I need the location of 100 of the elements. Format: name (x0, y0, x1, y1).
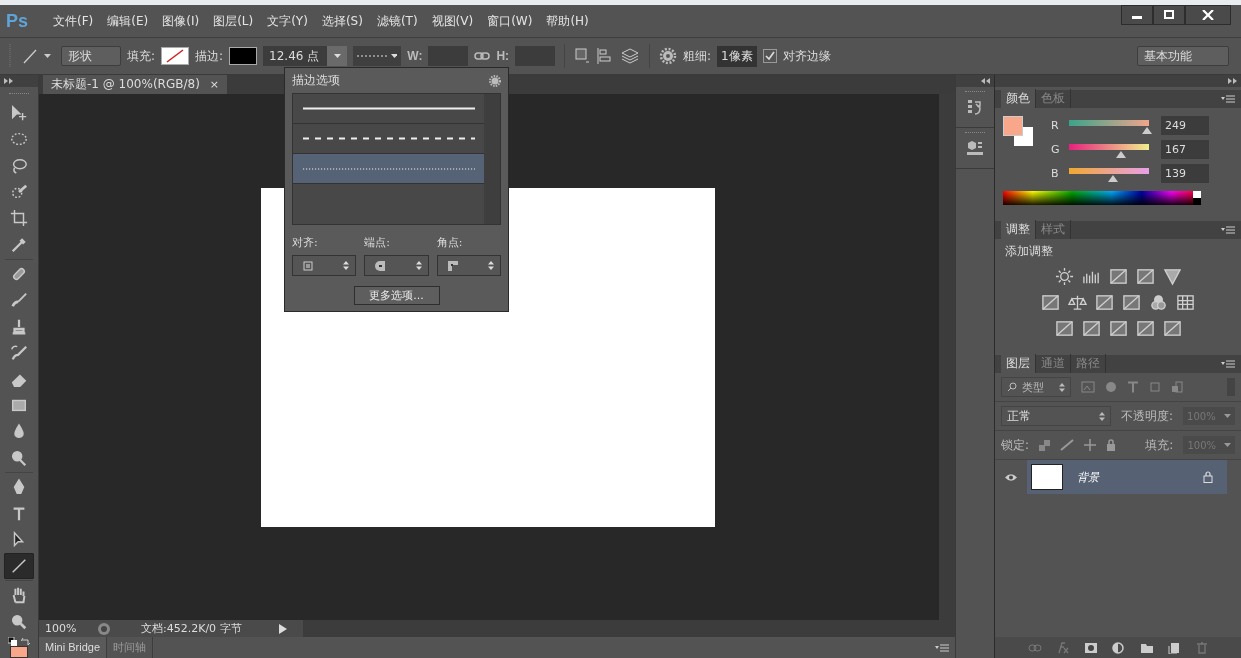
half-circle-icon[interactable] (1112, 641, 1126, 654)
channel-value-field[interactable]: 249 (1161, 116, 1209, 135)
menu-item[interactable]: 编辑(E) (100, 12, 156, 30)
status-indicator-icon[interactable] (97, 621, 111, 636)
workspace-dropdown[interactable]: 基本功能 (1137, 46, 1229, 66)
panel-tab[interactable]: 调整 (1001, 220, 1036, 239)
minimize-button[interactable] (1121, 5, 1153, 25)
close-tab-button[interactable]: × (209, 78, 220, 91)
more-options-button[interactable]: 更多选项... (353, 286, 440, 305)
align-dropdown[interactable] (292, 255, 357, 276)
stroke-width-dropdown-button[interactable] (327, 46, 348, 66)
hand-icon (10, 586, 28, 605)
panel-menu-icon[interactable] (1221, 226, 1235, 234)
corners-dropdown[interactable] (436, 255, 501, 276)
move-arrow-icon (10, 104, 28, 123)
color-spectrum-bar[interactable] (1003, 191, 1201, 205)
menu-item[interactable]: 滤镜(T) (369, 12, 425, 30)
menu-item[interactable]: 文件(F) (46, 12, 101, 30)
no-fill-slash-icon (165, 49, 186, 63)
menu-item[interactable]: 图像(I) (155, 12, 207, 30)
collapse-arrows-icon[interactable] (981, 78, 990, 84)
fill-label: 填充: (1145, 436, 1174, 454)
mode-dropdown[interactable]: 形状 (61, 46, 121, 66)
scrollbar[interactable] (484, 94, 500, 224)
caret-icon[interactable] (1224, 443, 1231, 447)
color-swatches[interactable] (1003, 116, 1033, 146)
width-field[interactable] (428, 46, 469, 66)
line-icon (22, 48, 38, 64)
blend-mode-dropdown[interactable]: 正常 (1001, 406, 1111, 426)
caps-dropdown[interactable] (364, 255, 429, 276)
zoom-level[interactable]: 100% (45, 622, 89, 635)
menu-item[interactable]: 图层(L) (206, 12, 261, 30)
stroke-swatch[interactable] (229, 47, 258, 65)
foreground-color-swatch[interactable] (10, 645, 28, 658)
slider-thumb[interactable] (1142, 126, 1153, 134)
dashed-line-icon (302, 137, 475, 140)
expand-arrows-icon[interactable] (4, 78, 13, 84)
channel-label: R (1051, 119, 1060, 132)
layer-row[interactable]: 背景 (1027, 460, 1227, 494)
history-icon[interactable] (967, 99, 983, 115)
caret-icon[interactable] (1223, 414, 1231, 418)
stacked-layers-icon[interactable] (620, 47, 641, 65)
folder-icon[interactable] (1140, 641, 1154, 654)
history-brush-icon (10, 343, 28, 362)
popup-title: 描边选项 (292, 72, 340, 89)
new-layer-icon[interactable] (1168, 641, 1182, 654)
align-edges-checkbox[interactable] (762, 49, 777, 63)
default-colors-icon[interactable] (8, 636, 17, 646)
circles-adjustment-icon[interactable] (1149, 293, 1168, 312)
maximize-button[interactable] (1153, 5, 1185, 25)
expand-arrows-icon[interactable] (1228, 78, 1237, 84)
channel-value-field[interactable]: 139 (1161, 164, 1209, 183)
document-info: 文档:452.2K/0 字节 (140, 621, 243, 636)
settings-icon[interactable] (489, 74, 501, 87)
play-arrow-icon[interactable] (279, 623, 287, 634)
mask-icon[interactable] (1084, 641, 1098, 654)
fill-label: 填充: (127, 47, 156, 65)
panel-menu-icon[interactable] (1221, 360, 1235, 368)
menu-item[interactable]: 文字(Y) (260, 12, 315, 30)
panel-menu-icon[interactable] (935, 643, 949, 652)
3d-cube-icon[interactable] (966, 140, 984, 156)
search-icon (1007, 382, 1017, 392)
path-operations-icon[interactable] (574, 47, 591, 65)
panel-menu-icon[interactable] (1221, 95, 1235, 103)
close-icon (1202, 10, 1214, 20)
settings-icon[interactable] (659, 47, 678, 65)
sun-adjustment-icon[interactable] (1054, 267, 1074, 286)
fill-swatch[interactable] (161, 47, 190, 65)
dodge-icon (10, 449, 28, 467)
layer-name: 背景 (1077, 469, 1099, 485)
triangle-adjustment-icon[interactable] (1162, 267, 1182, 286)
up-down-arrows-icon (488, 261, 494, 270)
padlock-icon[interactable] (1106, 439, 1117, 451)
close-button[interactable] (1185, 5, 1231, 25)
scales-adjustment-icon[interactable] (1068, 293, 1087, 312)
weight-field[interactable]: 1像素 (717, 45, 757, 67)
panel-tab[interactable]: 图层 (1001, 354, 1036, 373)
brush-lock-icon[interactable] (1060, 439, 1075, 451)
channel-value-field[interactable]: 167 (1161, 140, 1209, 159)
document-tab[interactable]: 未标题-1 @ 100%(RGB/8) × (43, 75, 228, 94)
layer-filter-dropdown[interactable]: 类型 (1001, 377, 1071, 397)
move-lock-icon[interactable] (1084, 439, 1097, 451)
stroke-type-dropdown[interactable] (353, 46, 402, 66)
tool-button[interactable] (4, 553, 34, 580)
horizontal-scrollbar[interactable] (303, 620, 955, 637)
panel-tab[interactable]: 颜色 (1001, 89, 1036, 108)
menu-item[interactable]: 帮助(H) (539, 12, 596, 30)
stroke-style-option[interactable] (293, 154, 484, 184)
dotted-line-icon (302, 167, 475, 170)
grid-adjustment-icon[interactable] (1176, 293, 1195, 312)
checkerboard-lock-icon[interactable] (1039, 439, 1051, 451)
menu-item[interactable]: 选择(S) (314, 12, 370, 30)
menu-item[interactable]: 视图(V) (424, 12, 481, 30)
round-cap-icon (375, 260, 386, 271)
swap-arrows-icon[interactable] (21, 636, 30, 646)
menu-item[interactable]: 窗口(W) (480, 12, 540, 30)
checkmark-icon (764, 51, 775, 61)
panel-tab[interactable]: Mini Bridge (39, 637, 108, 658)
up-down-arrows-icon (343, 261, 350, 270)
lock-label: 锁定: (1001, 436, 1030, 454)
